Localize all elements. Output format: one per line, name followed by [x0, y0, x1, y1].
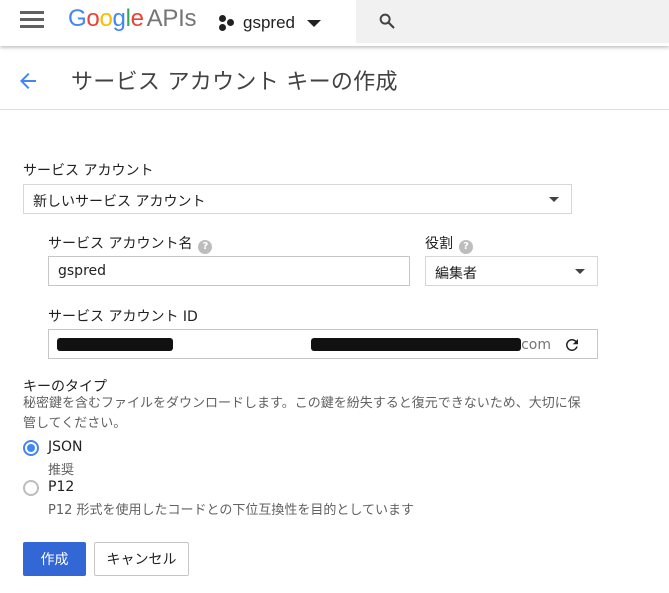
account-id-field[interactable]: com [48, 329, 598, 359]
project-selector[interactable]: gspred [219, 11, 321, 35]
role-label: 役割? [425, 233, 473, 254]
google-apis-logo[interactable]: Google APIs [68, 5, 196, 33]
hamburger-menu-icon[interactable] [20, 11, 46, 31]
redacted-text [57, 338, 173, 351]
page-title: サービス アカウント キーの作成 [71, 70, 398, 95]
arrow-back-icon[interactable] [16, 69, 40, 93]
account-name-field[interactable]: gspred [48, 256, 410, 286]
service-account-value: 新しいサービス アカウント [33, 194, 206, 210]
role-select[interactable]: 編集者 [425, 256, 598, 286]
p12-option-label: P12 [48, 479, 75, 495]
role-value: 編集者 [435, 266, 477, 282]
logo-letter: g [112, 5, 126, 32]
dropdown-caret-icon [575, 269, 585, 274]
logo-suffix: APIs [146, 5, 197, 32]
help-icon[interactable]: ? [459, 240, 473, 254]
project-name: gspred [243, 13, 295, 32]
cancel-button[interactable]: キャンセル [94, 542, 189, 576]
account-name-value: gspred [58, 263, 107, 279]
refresh-icon[interactable] [563, 336, 581, 354]
key-type-description: 秘密鍵を含むファイルをダウンロードします。この鍵を紛失すると復元できないため、大… [23, 396, 581, 431]
logo-letter: o [86, 5, 100, 32]
dropdown-caret-icon [549, 197, 559, 202]
logo-letter: o [99, 5, 113, 32]
account-id-domain: com [521, 337, 551, 353]
json-radio[interactable] [23, 440, 39, 456]
search-icon[interactable] [378, 12, 396, 30]
logo-letter: e [130, 5, 144, 32]
account-id-label: サービス アカウント ID [48, 309, 198, 325]
page-header: サービス アカウント キーの作成 [0, 50, 669, 110]
service-account-select[interactable]: 新しいサービス アカウント [23, 184, 572, 214]
search-input[interactable] [356, 0, 669, 43]
p12-option-hint: P12 形式を使用したコードとの下位互換性を目的としています [48, 503, 414, 518]
role-label-text: 役割 [425, 236, 453, 252]
json-option-label: JSON [48, 439, 83, 455]
logo-letter: G [68, 5, 87, 32]
project-dots-icon [219, 15, 235, 31]
create-button[interactable]: 作成 [23, 542, 86, 576]
p12-radio[interactable] [23, 480, 39, 496]
account-name-label: サービス アカウント名? [48, 233, 213, 254]
help-icon[interactable]: ? [198, 240, 213, 254]
account-name-label-text: サービス アカウント名 [48, 236, 193, 252]
service-account-label: サービス アカウント [23, 163, 154, 179]
json-option-hint: 推奨 [48, 463, 75, 478]
key-type-label: キーのタイプ [23, 379, 107, 395]
top-app-bar: Google APIs gspred [0, 0, 669, 46]
redacted-text [311, 338, 521, 351]
chevron-down-icon [306, 19, 321, 27]
